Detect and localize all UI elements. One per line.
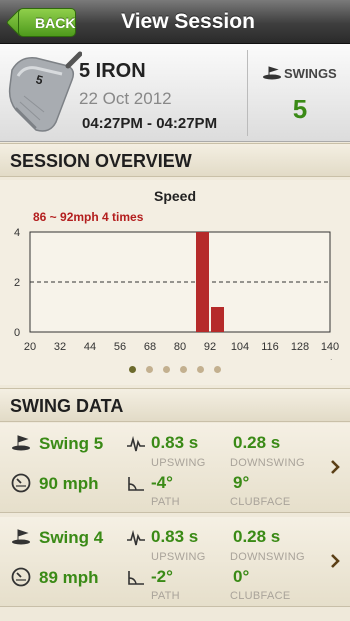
session-date: 22 Oct 2012 xyxy=(79,89,172,108)
tempo-wave-icon xyxy=(127,530,145,546)
swings-count: 5 xyxy=(292,94,308,124)
swing-name: Swing 5 xyxy=(39,434,104,453)
x-tick-label: 104 xyxy=(231,341,249,353)
x-tick-label: 44 xyxy=(84,341,96,353)
y-tick-label: 2 xyxy=(14,277,20,289)
page-dot[interactable] xyxy=(197,366,204,373)
speed-dial-icon xyxy=(11,567,31,587)
swings-label-text: SWINGS xyxy=(284,66,337,81)
section-title: SWING DATA xyxy=(10,396,124,416)
x-tick-label: 128 xyxy=(291,341,309,353)
downswing-value: 0.28 s xyxy=(233,433,281,452)
x-tick-label: 32 xyxy=(54,341,66,353)
chevron-right-icon[interactable] xyxy=(330,460,340,474)
histogram-bar xyxy=(196,232,209,332)
page-dot[interactable] xyxy=(146,366,153,373)
path-label: PATH xyxy=(151,590,180,602)
clubface-label: CLUBFACE xyxy=(230,590,291,602)
y-tick-label: 0 xyxy=(14,327,20,339)
iron-club-icon: 5 xyxy=(8,51,82,132)
page-dot[interactable] xyxy=(180,366,187,373)
tempo-wave-icon xyxy=(127,436,145,452)
swing-speed: 90 mph xyxy=(39,474,99,493)
x-tick-label: 80 xyxy=(174,341,186,353)
section-title: SESSION OVERVIEW xyxy=(10,151,192,171)
golf-flag-icon xyxy=(263,66,281,80)
golf-flag-icon xyxy=(12,435,30,451)
page-dot[interactable] xyxy=(129,366,136,373)
page-dot[interactable] xyxy=(214,366,221,373)
histogram-bar xyxy=(211,307,224,332)
back-button[interactable]: BACK xyxy=(18,8,76,37)
y-tick-label: 4 xyxy=(14,227,20,239)
clubface-value: 9° xyxy=(233,473,250,492)
swings-label: SWINGS xyxy=(262,66,337,81)
path-label: PATH xyxy=(151,496,180,508)
swing-row[interactable]: Swing 5 90 mph 0.83 s UPSWING 0.28 s DOW… xyxy=(0,423,350,513)
x-tick-label: 68 xyxy=(144,341,156,353)
clubface-label: CLUBFACE xyxy=(230,496,291,508)
chevron-right-icon[interactable] xyxy=(330,554,340,568)
path-value: -2° xyxy=(151,567,173,586)
section-swing-data: SWING DATA xyxy=(0,388,350,422)
upswing-value: 0.83 s xyxy=(151,433,199,452)
page-indicator[interactable] xyxy=(0,360,350,378)
speed-dial-icon xyxy=(11,473,31,493)
clubface-value: 0° xyxy=(233,567,250,586)
session-header: 5 5 IRON 22 Oct 2012 04:27PM - 04:27PM S… xyxy=(0,44,350,142)
downswing-label: DOWNSWING xyxy=(230,457,305,469)
nav-bar: BACK View Session xyxy=(0,0,350,44)
session-time-range: 04:27PM - 04:27PM xyxy=(82,115,218,132)
upswing-value: 0.83 s xyxy=(151,527,199,546)
speed-chart-panel[interactable]: Speed 86 ~ 92mph 4 times 0 2 4 20 32 44 56 68 80… xyxy=(0,180,350,385)
club-name: 5 IRON xyxy=(79,60,146,82)
swing-speed: 89 mph xyxy=(39,568,99,587)
upswing-label: UPSWING xyxy=(151,551,206,563)
chart-title: Speed xyxy=(153,188,196,204)
downswing-value: 0.28 s xyxy=(233,527,281,546)
x-tick-label: 56 xyxy=(114,341,126,353)
x-tick-label: 20 xyxy=(24,341,36,353)
swing-name: Swing 4 xyxy=(39,528,104,547)
x-tick-label: 140 xyxy=(321,341,339,353)
golf-flag-icon xyxy=(12,529,30,545)
path-value: -4° xyxy=(151,473,173,492)
header-divider xyxy=(247,50,248,136)
section-session-overview: SESSION OVERVIEW xyxy=(0,143,350,177)
path-angle-icon xyxy=(128,477,144,491)
upswing-label: UPSWING xyxy=(151,457,206,469)
page-dot[interactable] xyxy=(163,366,170,373)
x-tick-label: 116 xyxy=(261,341,279,353)
path-angle-icon xyxy=(128,571,144,585)
swing-row[interactable]: Swing 4 89 mph 0.83 s UPSWING 0.28 s DOW… xyxy=(0,517,350,607)
downswing-label: DOWNSWING xyxy=(230,551,305,563)
speed-histogram: 02420324456688092104116128140mph xyxy=(14,227,339,360)
x-tick-label: 92 xyxy=(204,341,216,353)
